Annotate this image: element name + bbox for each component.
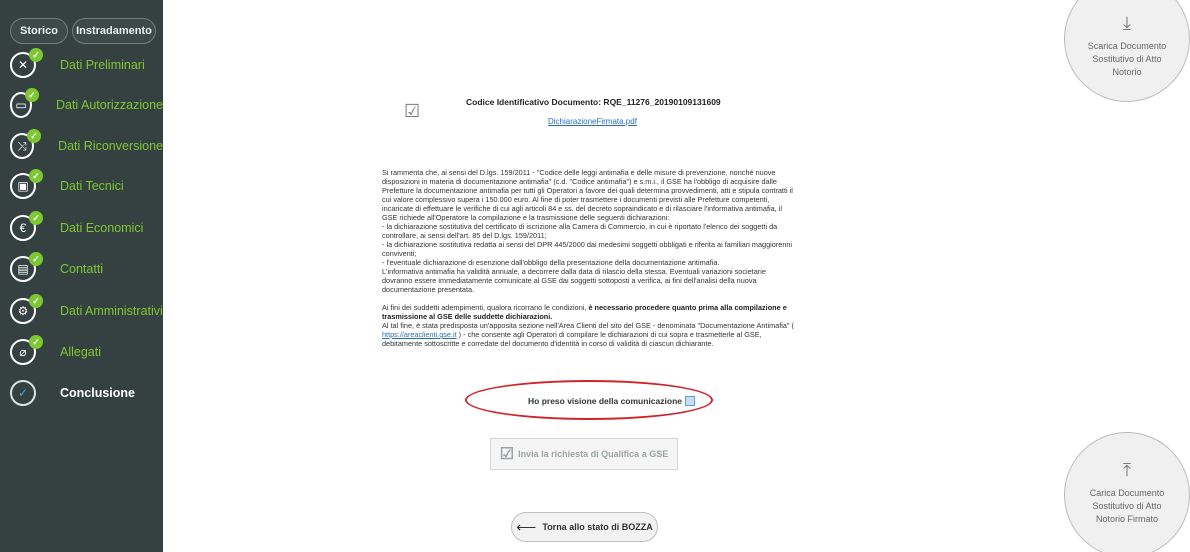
sidebar-item-dati-autorizzazione[interactable]: ▭ ✓ Dati Autorizzazione [8,87,163,123]
sidebar-item-dati-preliminari[interactable]: ✕ ✓ Dati Preliminari [8,47,163,83]
contact-card-icon: ▤ ✓ [10,252,43,282]
sidebar: Storico Instradamento ✕ ✓ Dati Preliminar… [0,0,163,552]
acknowledgement-label: Ho preso visione della comunicazione [528,396,682,406]
antimafia-notice: Si rammenta che, ai sensi del D.lgs. 159… [382,168,794,348]
notice-paragraph: Si rammenta che, ai sensi del D.lgs. 159… [382,168,793,222]
check-badge-icon: ✓ [29,211,43,225]
tools-icon: ✕ ✓ [10,48,43,78]
back-button-label: Torna allo stato di BOZZA [542,522,653,532]
notice-list-item: - la dichiarazione sostitutiva redatta a… [382,240,793,258]
sidebar-item-label: Conclusione [60,386,136,400]
shuffle-icon: ⤨ ✓ [10,129,42,159]
check-badge-icon: ✓ [29,169,43,183]
check-badge-icon: ✓ [29,294,43,308]
tab-storico[interactable]: Storico [10,18,68,44]
check-badge-icon: ✓ [29,335,43,349]
check-badge-icon: ✓ [29,48,43,62]
sidebar-tabs: Storico Instradamento [10,18,156,44]
euro-icon: € ✓ [10,211,43,241]
notice-paragraph: Al tal fine, è stata predisposta un'appo… [382,321,794,348]
sidebar-item-dati-tecnici[interactable]: ▣ ✓ Dati Tecnici [8,168,163,204]
sidebar-item-label: Dati Amministrativi [60,304,163,318]
checkmark-icon: ✓ [10,380,36,406]
sidebar-item-dati-riconversione[interactable]: ⤨ ✓ Dati Riconversione [8,128,163,164]
upload-icon: ⤒ [1123,460,1131,480]
acknowledgement-checkbox[interactable] [684,396,695,406]
sidebar-item-label: Allegati [60,345,101,359]
sidebar-item-dati-amministrativi[interactable]: ⚙ ✓ Dati Amministrativi [8,293,163,329]
download-substitute-document-button[interactable]: ⤓ Scarica Documento Sostitutivo di Atto … [1064,0,1190,102]
check-badge-icon: ✓ [27,129,42,143]
area-clienti-link[interactable]: https://areaclienti.gse.it [382,330,457,339]
upload-label-line3: Notorio Firmato [1095,514,1158,524]
upload-label-line1: Carica Documento [1089,488,1165,498]
sidebar-item-contatti[interactable]: ▤ ✓ Contatti [8,251,163,287]
sidebar-item-label: Dati Riconversione [58,139,163,153]
notice-paragraph: L'informativa antimafia ha validità annu… [382,267,766,294]
checkbox-icon: ☑ [499,446,515,463]
download-label-line3: Notorio [1112,67,1142,77]
back-to-draft-button[interactable]: ⟵ Torna allo stato di BOZZA [511,512,658,542]
check-badge-icon: ✓ [24,88,39,102]
sidebar-item-label: Dati Preliminari [60,58,145,72]
sidebar-item-label: Contatti [60,262,104,276]
download-label-line2: Sostitutivo di Atto [1092,54,1162,64]
upload-label-line2: Sostitutivo di Atto [1092,501,1162,511]
device-icon: ▣ ✓ [10,169,43,199]
arrow-left-icon: ⟵ [516,518,537,535]
notice-paragraph: Ai fini dei suddetti adempimenti, qualor… [382,303,787,321]
document-checkbox-icon: ☑ [404,101,421,121]
wrench-icon: ⚙ ✓ [10,294,43,324]
sidebar-item-label: Dati Tecnici [60,179,124,193]
send-button-label: Invia la richiesta di Qualifica a GSE [518,449,669,459]
page: Storico Instradamento ✕ ✓ Dati Preliminar… [0,0,1190,552]
send-qualification-request-button[interactable]: ☑ Invia la richiesta di Qualifica a GSE [490,438,678,470]
upload-signed-document-button[interactable]: ⤒ Carica Documento Sostitutivo di Atto N… [1064,432,1190,552]
tab-instradamento[interactable]: Instradamento [72,18,156,44]
document-code: Codice Identificativo Documento: RQE_112… [466,97,721,107]
sidebar-item-label: Dati Economici [60,221,144,235]
paperclip-icon: ⌀ ✓ [10,335,43,365]
sidebar-item-allegati[interactable]: ⌀ ✓ Allegati [8,334,163,370]
notice-list-item: - l'eventuale dichiarazione di esenzione… [382,258,720,267]
acknowledgement-row: Ho preso visione della comunicazione [528,396,695,406]
sidebar-item-label: Dati Autorizzazione [55,98,163,112]
download-label-line1: Scarica Documento [1087,41,1167,51]
sidebar-item-conclusione[interactable]: ✓ Conclusione [8,375,163,411]
download-icon: ⤓ [1123,13,1131,33]
calendar-icon: ▭ ✓ [10,88,39,118]
sidebar-item-dati-economici[interactable]: € ✓ Dati Economici [8,210,163,246]
check-badge-icon: ✓ [29,252,43,266]
signed-document-link[interactable]: DichiarazioneFirmata.pdf [548,117,637,126]
notice-list-item: - la dichiarazione sostitutiva del certi… [382,222,778,240]
